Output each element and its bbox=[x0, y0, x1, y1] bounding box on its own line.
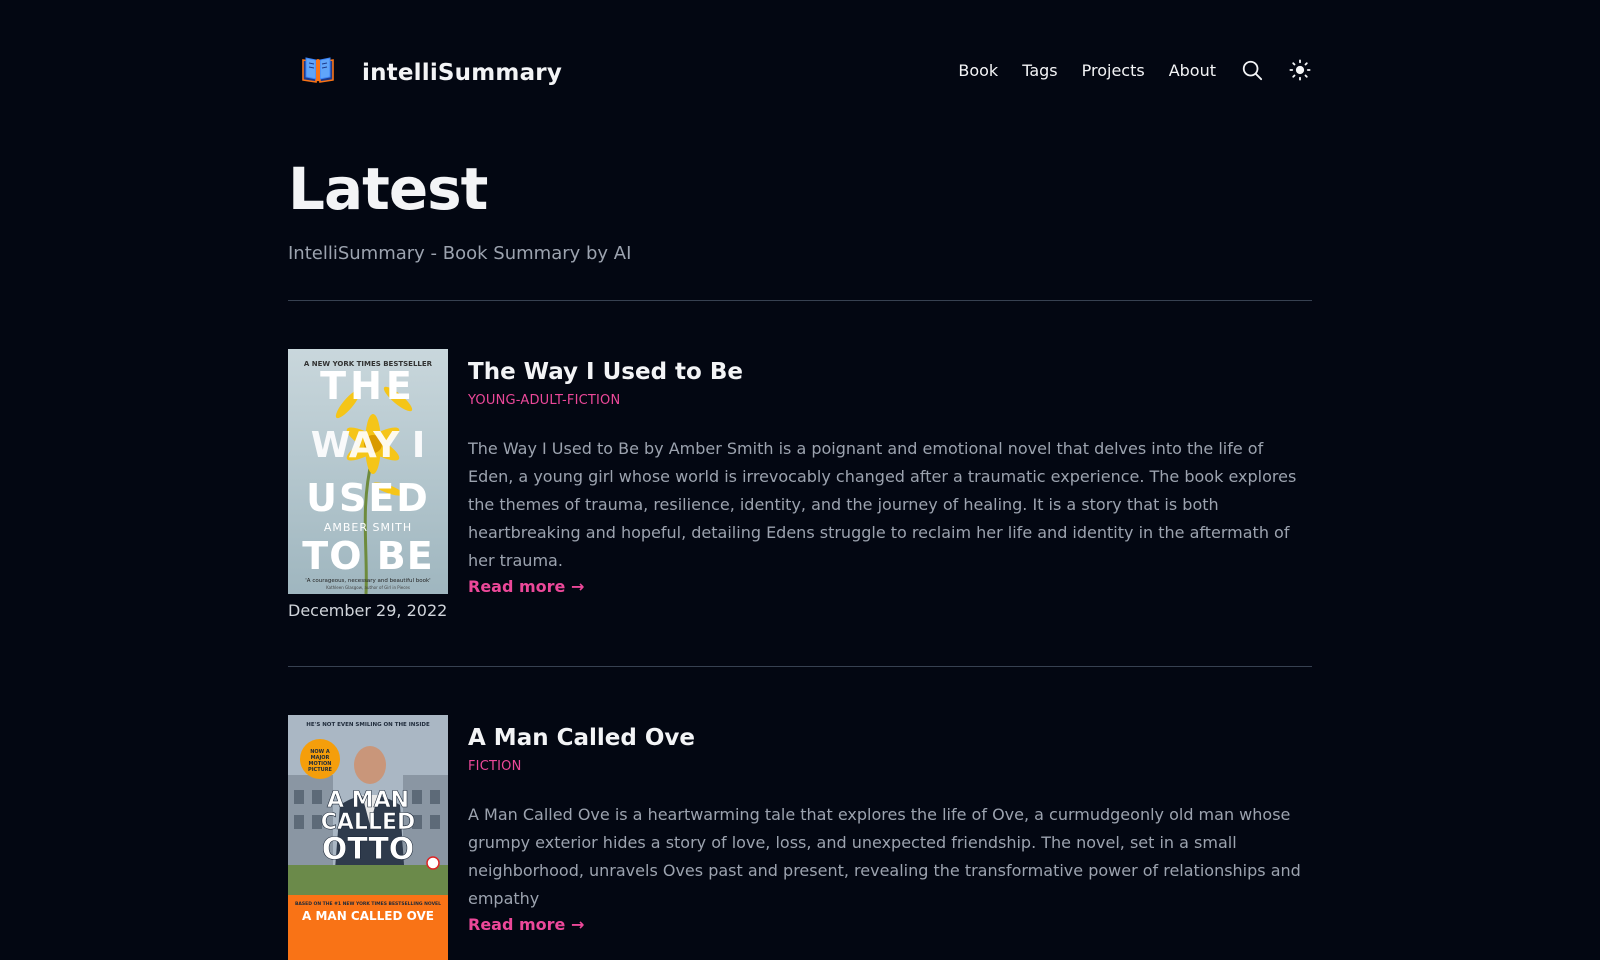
cover-bottom-line: BASED ON THE #1 NEW YORK TIMES BESTSELLI… bbox=[295, 901, 441, 907]
read-more-link[interactable]: Read more → bbox=[468, 575, 584, 599]
page-subtitle: IntelliSummary - Book Summary by AI bbox=[288, 243, 632, 264]
cover-title-line: USED bbox=[306, 476, 430, 520]
cover-quote: 'A courageous, necessary and beautiful b… bbox=[305, 578, 430, 584]
site-header: intelliSummary Book Tags Projects About bbox=[288, 48, 1312, 92]
post-tag-link[interactable]: YOUNG-ADULT-FICTION bbox=[468, 391, 620, 411]
brand-link[interactable]: intelliSummary bbox=[288, 48, 562, 92]
cover-title-line: WAY I bbox=[311, 425, 426, 466]
divider bbox=[288, 300, 1312, 301]
divider bbox=[288, 666, 1312, 667]
book-cover-image[interactable]: HE'S NOT EVEN SMILING ON THE INSIDE NOW … bbox=[288, 715, 448, 960]
nav-link-about[interactable]: About bbox=[1169, 61, 1216, 80]
cover-title-line: OTTO bbox=[322, 832, 415, 867]
main-nav: Book Tags Projects About bbox=[958, 48, 1312, 92]
post-date: December 29, 2022 bbox=[288, 601, 448, 620]
book-cover-image[interactable]: A NEW YORK TIMES BESTSELLER THE WAY I US… bbox=[288, 349, 448, 594]
post-body: A Man Called Ove FICTION A Man Called Ov… bbox=[468, 721, 1312, 937]
post-item: HE'S NOT EVEN SMILING ON THE INSIDE NOW … bbox=[288, 715, 1312, 960]
post-title-link[interactable]: The Way I Used to Be bbox=[468, 355, 1312, 389]
cover-bottom-title: A MAN CALLED OVE bbox=[302, 909, 434, 923]
read-more-link[interactable]: Read more → bbox=[468, 913, 584, 937]
post-title-link[interactable]: A Man Called Ove bbox=[468, 721, 1312, 755]
open-book-logo-icon bbox=[300, 52, 342, 88]
nav-link-tags[interactable]: Tags bbox=[1022, 61, 1057, 80]
page-container: intelliSummary Book Tags Projects About bbox=[288, 0, 1312, 960]
post-body: The Way I Used to Be YOUNG-ADULT-FICTION… bbox=[468, 355, 1312, 599]
cover-badge: MAJOR MOTION PICTURE bbox=[308, 755, 332, 773]
page-title: Latest bbox=[288, 155, 488, 223]
cover-top-line: HE'S NOT EVEN SMILING ON THE INSIDE bbox=[306, 722, 430, 728]
search-icon[interactable] bbox=[1240, 58, 1264, 82]
cover-title-line: THE bbox=[320, 364, 416, 408]
post-tag-link[interactable]: FICTION bbox=[468, 757, 522, 777]
sun-icon[interactable] bbox=[1288, 58, 1312, 82]
nav-link-book[interactable]: Book bbox=[958, 61, 998, 80]
cover-quote-attribution: Kathleen Glasgow, author of Girl in Piec… bbox=[326, 585, 410, 590]
nav-link-projects[interactable]: Projects bbox=[1082, 61, 1145, 80]
cover-title-line: TO BE bbox=[302, 534, 433, 578]
site-title[interactable]: intelliSummary bbox=[362, 60, 562, 86]
cover-author: AMBER SMITH bbox=[324, 521, 412, 534]
post-summary: A Man Called Ove is a heartwarming tale … bbox=[468, 805, 1301, 908]
post-item: A NEW YORK TIMES BESTSELLER THE WAY I US… bbox=[288, 349, 1312, 620]
post-summary: The Way I Used to Be by Amber Smith is a… bbox=[468, 439, 1297, 570]
